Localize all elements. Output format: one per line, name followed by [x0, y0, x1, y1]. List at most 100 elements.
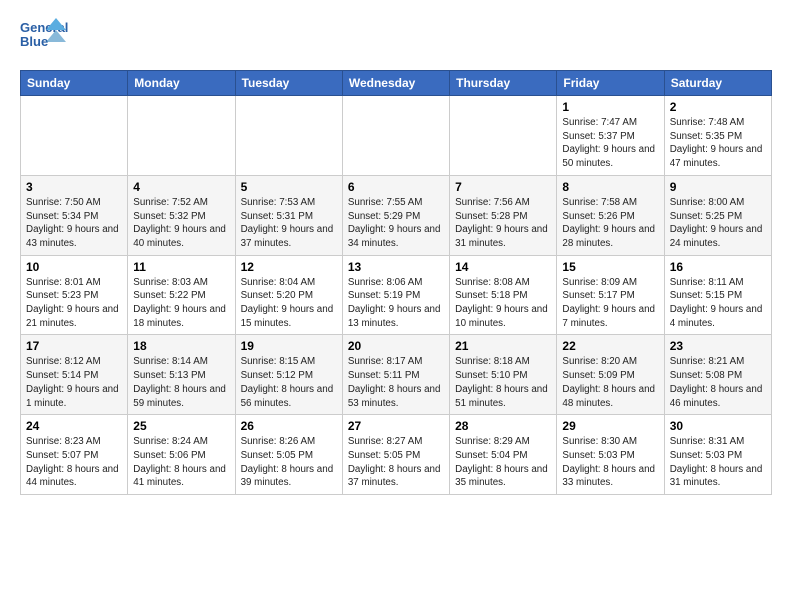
calendar-cell — [21, 96, 128, 176]
calendar-cell — [450, 96, 557, 176]
calendar-cell: 10Sunrise: 8:01 AM Sunset: 5:23 PM Dayli… — [21, 255, 128, 335]
weekday-header-thursday: Thursday — [450, 71, 557, 96]
day-info: Sunrise: 8:31 AM Sunset: 5:03 PM Dayligh… — [670, 435, 766, 490]
calendar-cell: 24 Sunrise: 8:23 AM Sunset: 5:07 PM Dayli… — [21, 415, 128, 495]
calendar-cell: 30 Sunrise: 8:31 AM Sunset: 5:03 PM Dayli… — [664, 415, 771, 495]
calendar-cell: 8 Sunrise: 7:58 AM Sunset: 5:26 PM Daylig… — [557, 175, 664, 255]
calendar-cell: 18 Sunrise: 8:14 AM Sunset: 5:13 PM Dayli… — [128, 335, 235, 415]
calendar-week-2: 3Sunrise: 7:50 AM Sunset: 5:34 PM Daylig… — [21, 175, 772, 255]
weekday-header-wednesday: Wednesday — [342, 71, 449, 96]
day-info: Sunrise: 8:11 AM Sunset: 5:15 PM Dayligh… — [670, 276, 766, 331]
day-info: Sunrise: 8:15 AM Sunset: 5:12 PM Dayligh… — [241, 355, 337, 410]
calendar-week-5: 24 Sunrise: 8:23 AM Sunset: 5:07 PM Dayli… — [21, 415, 772, 495]
weekday-header-tuesday: Tuesday — [235, 71, 342, 96]
day-number: 3 — [26, 180, 122, 194]
day-number: 4 — [133, 180, 229, 194]
day-info: Sunrise: 8:04 AM Sunset: 5:20 PM Dayligh… — [241, 276, 337, 331]
weekday-header-friday: Friday — [557, 71, 664, 96]
calendar-cell: 16 Sunrise: 8:11 AM Sunset: 5:15 PM Dayli… — [664, 255, 771, 335]
calendar-cell: 14 Sunrise: 8:08 AM Sunset: 5:18 PM Dayli… — [450, 255, 557, 335]
day-info: Sunrise: 7:52 AM Sunset: 5:32 PM Dayligh… — [133, 196, 229, 251]
day-info: Sunrise: 8:08 AM Sunset: 5:18 PM Dayligh… — [455, 276, 551, 331]
day-number: 21 — [455, 339, 551, 353]
calendar-cell — [235, 96, 342, 176]
day-number: 20 — [348, 339, 444, 353]
weekday-header-row: SundayMondayTuesdayWednesdayThursdayFrid… — [21, 71, 772, 96]
calendar-cell: 1 Sunrise: 7:47 AM Sunset: 5:37 PM Daylig… — [557, 96, 664, 176]
day-info: Sunrise: 8:27 AM Sunset: 5:05 PM Dayligh… — [348, 435, 444, 490]
day-number: 10 — [26, 260, 122, 274]
day-number: 9 — [670, 180, 766, 194]
day-number: 28 — [455, 419, 551, 433]
day-info: Sunrise: 8:17 AM Sunset: 5:11 PM Dayligh… — [348, 355, 444, 410]
day-number: 7 — [455, 180, 551, 194]
page: General Blue SundayMondayTuesdayWednesda… — [0, 0, 792, 505]
day-info: Sunrise: 8:06 AM Sunset: 5:19 PM Dayligh… — [348, 276, 444, 331]
day-number: 26 — [241, 419, 337, 433]
calendar-cell: 23 Sunrise: 8:21 AM Sunset: 5:08 PM Dayli… — [664, 335, 771, 415]
day-number: 14 — [455, 260, 551, 274]
day-number: 19 — [241, 339, 337, 353]
calendar-week-1: 1 Sunrise: 7:47 AM Sunset: 5:37 PM Daylig… — [21, 96, 772, 176]
day-info: Sunrise: 8:30 AM Sunset: 5:03 PM Dayligh… — [562, 435, 658, 490]
calendar-cell: 4 Sunrise: 7:52 AM Sunset: 5:32 PM Daylig… — [128, 175, 235, 255]
day-number: 8 — [562, 180, 658, 194]
calendar-week-4: 17 Sunrise: 8:12 AM Sunset: 5:14 PM Dayli… — [21, 335, 772, 415]
day-number: 29 — [562, 419, 658, 433]
day-number: 2 — [670, 100, 766, 114]
day-number: 17 — [26, 339, 122, 353]
svg-text:Blue: Blue — [20, 34, 48, 49]
weekday-header-sunday: Sunday — [21, 71, 128, 96]
day-number: 5 — [241, 180, 337, 194]
day-info: Sunrise: 8:26 AM Sunset: 5:05 PM Dayligh… — [241, 435, 337, 490]
calendar-cell: 11Sunrise: 8:03 AM Sunset: 5:22 PM Dayli… — [128, 255, 235, 335]
calendar-cell: 25 Sunrise: 8:24 AM Sunset: 5:06 PM Dayli… — [128, 415, 235, 495]
day-number: 6 — [348, 180, 444, 194]
calendar-cell: 5 Sunrise: 7:53 AM Sunset: 5:31 PM Daylig… — [235, 175, 342, 255]
calendar-cell: 7Sunrise: 7:56 AM Sunset: 5:28 PM Daylig… — [450, 175, 557, 255]
calendar-cell — [128, 96, 235, 176]
header: General Blue — [20, 16, 772, 60]
day-info: Sunrise: 8:00 AM Sunset: 5:25 PM Dayligh… — [670, 196, 766, 251]
day-info: Sunrise: 8:29 AM Sunset: 5:04 PM Dayligh… — [455, 435, 551, 490]
calendar-cell: 9 Sunrise: 8:00 AM Sunset: 5:25 PM Daylig… — [664, 175, 771, 255]
day-info: Sunrise: 8:09 AM Sunset: 5:17 PM Dayligh… — [562, 276, 658, 331]
day-number: 22 — [562, 339, 658, 353]
day-info: Sunrise: 7:58 AM Sunset: 5:26 PM Dayligh… — [562, 196, 658, 251]
day-number: 16 — [670, 260, 766, 274]
day-number: 12 — [241, 260, 337, 274]
day-info: Sunrise: 8:12 AM Sunset: 5:14 PM Dayligh… — [26, 355, 122, 410]
day-info: Sunrise: 8:20 AM Sunset: 5:09 PM Dayligh… — [562, 355, 658, 410]
day-number: 30 — [670, 419, 766, 433]
weekday-header-saturday: Saturday — [664, 71, 771, 96]
calendar-cell: 28 Sunrise: 8:29 AM Sunset: 5:04 PM Dayli… — [450, 415, 557, 495]
calendar-cell — [342, 96, 449, 176]
day-number: 1 — [562, 100, 658, 114]
day-info: Sunrise: 8:03 AM Sunset: 5:22 PM Dayligh… — [133, 276, 229, 331]
day-number: 18 — [133, 339, 229, 353]
day-info: Sunrise: 8:21 AM Sunset: 5:08 PM Dayligh… — [670, 355, 766, 410]
calendar-cell: 13 Sunrise: 8:06 AM Sunset: 5:19 PM Dayli… — [342, 255, 449, 335]
calendar-cell: 20 Sunrise: 8:17 AM Sunset: 5:11 PM Dayli… — [342, 335, 449, 415]
calendar-cell: 2 Sunrise: 7:48 AM Sunset: 5:35 PM Daylig… — [664, 96, 771, 176]
day-info: Sunrise: 7:47 AM Sunset: 5:37 PM Dayligh… — [562, 116, 658, 171]
day-info: Sunrise: 8:23 AM Sunset: 5:07 PM Dayligh… — [26, 435, 122, 490]
day-info: Sunrise: 7:48 AM Sunset: 5:35 PM Dayligh… — [670, 116, 766, 171]
day-number: 23 — [670, 339, 766, 353]
day-number: 24 — [26, 419, 122, 433]
calendar-cell: 15 Sunrise: 8:09 AM Sunset: 5:17 PM Dayli… — [557, 255, 664, 335]
day-number: 25 — [133, 419, 229, 433]
day-info: Sunrise: 8:14 AM Sunset: 5:13 PM Dayligh… — [133, 355, 229, 410]
calendar-cell: 12 Sunrise: 8:04 AM Sunset: 5:20 PM Dayli… — [235, 255, 342, 335]
calendar-cell: 29 Sunrise: 8:30 AM Sunset: 5:03 PM Dayli… — [557, 415, 664, 495]
day-number: 13 — [348, 260, 444, 274]
day-info: Sunrise: 7:53 AM Sunset: 5:31 PM Dayligh… — [241, 196, 337, 251]
weekday-header-monday: Monday — [128, 71, 235, 96]
calendar-week-3: 10Sunrise: 8:01 AM Sunset: 5:23 PM Dayli… — [21, 255, 772, 335]
calendar-cell: 21Sunrise: 8:18 AM Sunset: 5:10 PM Dayli… — [450, 335, 557, 415]
calendar-cell: 19 Sunrise: 8:15 AM Sunset: 5:12 PM Dayli… — [235, 335, 342, 415]
logo-svg: General Blue — [20, 16, 70, 60]
day-number: 15 — [562, 260, 658, 274]
day-info: Sunrise: 8:24 AM Sunset: 5:06 PM Dayligh… — [133, 435, 229, 490]
calendar-cell: 27Sunrise: 8:27 AM Sunset: 5:05 PM Dayli… — [342, 415, 449, 495]
